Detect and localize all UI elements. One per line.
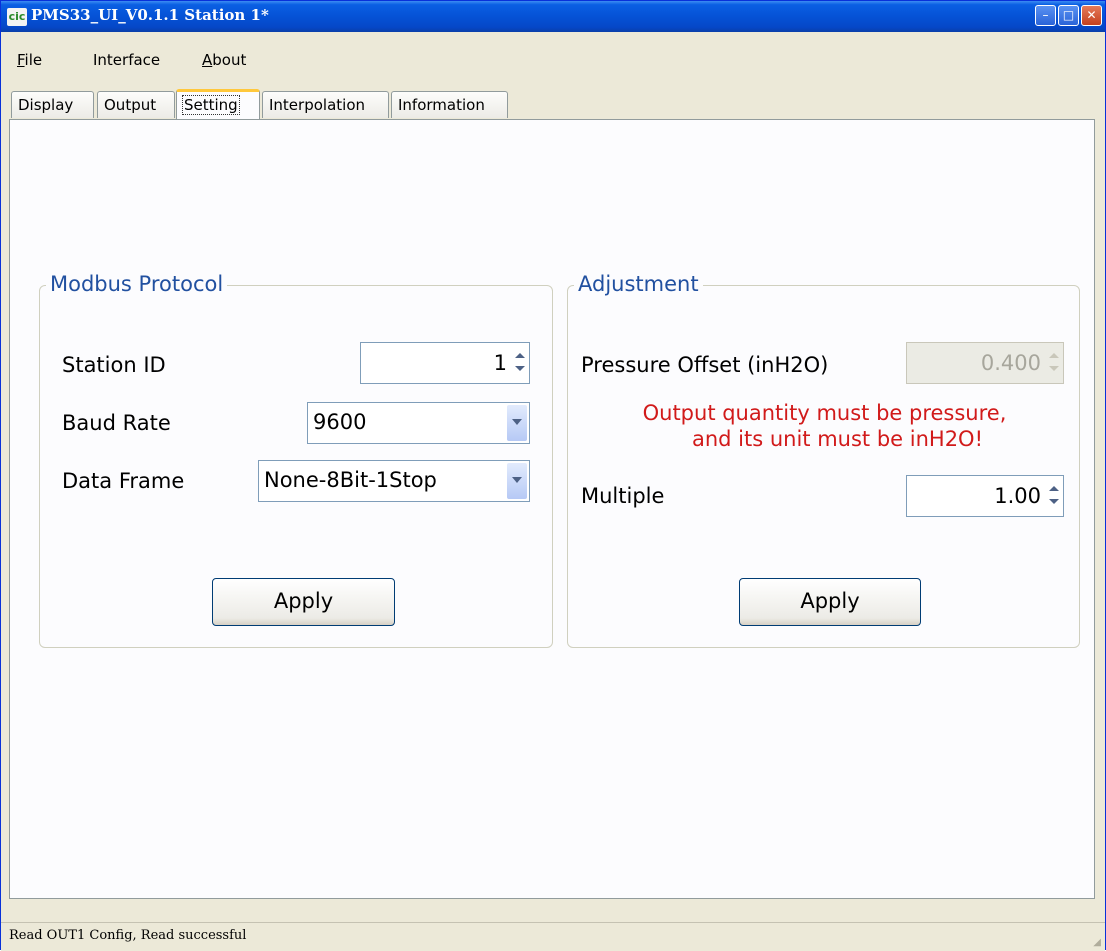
status-bar: Read OUT1 Config, Read successful ◢ [1,922,1105,951]
menu-file-label: ile [24,51,43,69]
menu-about[interactable]: About [202,51,246,69]
tab-output-label: Output [104,96,157,114]
spinner-arrows-icon [1047,347,1061,379]
tab-interpolation-label: Interpolation [269,96,365,114]
window-title: PMS33_UI_V0.1.1 Station 1* [31,6,269,24]
pressure-offset-label: Pressure Offset (inH2O) [581,353,829,377]
baud-rate-label: Baud Rate [62,411,171,435]
adjustment-apply-button[interactable]: Apply [739,578,921,626]
close-button[interactable]: ✕ [1081,5,1102,26]
tab-display[interactable]: Display [11,91,94,118]
modbus-protocol-group: Modbus Protocol Station ID 1 Baud Rate 9… [39,272,553,648]
spinner-arrows-icon[interactable] [513,347,527,379]
resize-grip-icon[interactable]: ◢ [1093,937,1101,948]
tab-setting[interactable]: Setting [176,89,260,119]
warning-line-2: and its unit must be inH2O! [691,427,984,451]
minimize-button[interactable]: – [1035,5,1056,26]
setting-panel: Modbus Protocol Station ID 1 Baud Rate 9… [9,119,1095,899]
multiple-label: Multiple [581,484,665,508]
baud-rate-select[interactable]: 9600 [307,402,530,444]
station-id-value: 1 [493,351,507,375]
multiple-spinbox[interactable]: 1.00 [906,475,1064,517]
modbus-apply-button[interactable]: Apply [212,578,395,626]
menu-about-label: bout [212,51,247,69]
menu-interface[interactable]: Interface [93,51,160,69]
pressure-offset-spinbox: 0.400 [906,342,1064,384]
warning-line-1: Output quantity must be pressure, [642,401,1007,425]
modbus-protocol-title: Modbus Protocol [46,272,228,296]
chevron-down-icon[interactable] [507,405,527,441]
menu-file[interactable]: File [17,51,42,69]
app-window: cic PMS33_UI_V0.1.1 Station 1* – □ ✕ Fil… [0,0,1106,951]
pressure-unit-warning: Output quantity must be pressure, and it… [568,400,1081,452]
app-logo-icon: cic [7,8,27,26]
status-message: Read OUT1 Config, Read successful [9,928,247,943]
station-id-label: Station ID [62,353,166,377]
data-frame-select[interactable]: None-8Bit-1Stop [258,460,530,502]
tab-interpolation[interactable]: Interpolation [262,91,389,118]
menu-about-accel: A [202,51,213,69]
baud-rate-value: 9600 [313,410,367,434]
adjustment-group: Adjustment Pressure Offset (inH2O) 0.400… [567,272,1081,648]
multiple-value: 1.00 [994,484,1041,508]
pressure-offset-value: 0.400 [980,351,1041,375]
adjustment-title: Adjustment [574,272,703,296]
station-id-spinbox[interactable]: 1 [360,342,530,384]
tab-information[interactable]: Information [391,91,508,118]
spinner-arrows-icon[interactable] [1047,480,1061,512]
tab-output[interactable]: Output [97,91,175,118]
data-frame-value: None-8Bit-1Stop [264,468,437,492]
menu-file-accel: F [17,51,25,69]
title-bar[interactable]: cic PMS33_UI_V0.1.1 Station 1* – □ ✕ [1,1,1105,32]
menu-interface-label: Interface [93,51,161,69]
tab-display-label: Display [18,96,74,114]
tab-setting-label: Setting [182,95,240,115]
maximize-button[interactable]: □ [1058,5,1079,26]
chevron-down-icon[interactable] [507,463,527,499]
tab-information-label: Information [398,96,485,114]
menu-bar: File Interface About [1,45,1105,77]
data-frame-label: Data Frame [62,469,185,493]
